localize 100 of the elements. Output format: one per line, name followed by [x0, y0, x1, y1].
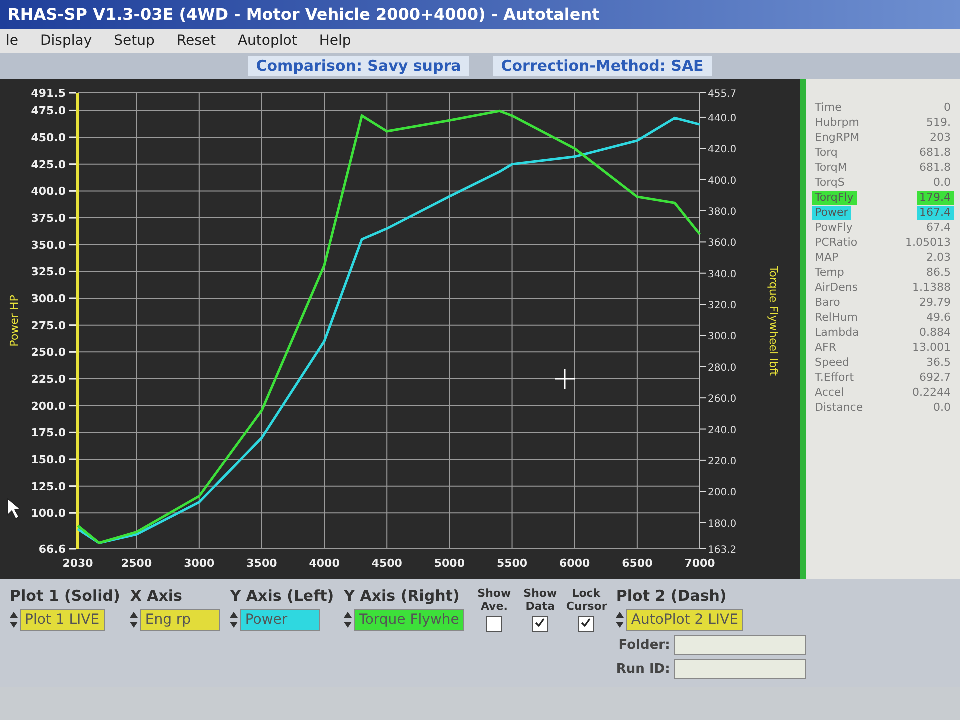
readout-value: 0.2244 — [912, 386, 952, 400]
axis-tick-label: 360.0 — [708, 238, 737, 250]
menu-item[interactable]: Display — [40, 33, 92, 49]
readout-value: 519. — [926, 116, 952, 130]
axis-tick-label: 2030 — [62, 557, 94, 570]
spinner-arrows-icon[interactable] — [130, 611, 138, 629]
axis-tick-label: 2500 — [122, 557, 152, 570]
check-icon — [580, 617, 592, 629]
axis-tick-label: 5500 — [496, 557, 528, 570]
readout-name: AirDens — [814, 281, 860, 295]
axis-tick-label: 3500 — [246, 557, 278, 570]
readout-name: PCRatio — [814, 236, 859, 250]
selector-label: Y Axis (Right) — [344, 587, 461, 605]
checkbox-label: Show Ave. — [476, 587, 512, 613]
readout-value: 167.4 — [916, 206, 954, 220]
selector-field[interactable]: Plot 1 LIVE — [20, 609, 105, 631]
readout-name: Distance — [814, 401, 864, 415]
axis-tick-label: 375.0 — [31, 212, 66, 226]
readout-name: RelHum — [814, 311, 859, 325]
menu-item[interactable]: Reset — [176, 33, 216, 49]
axis-tick-label: 200.0 — [708, 488, 737, 499]
axis-title: Torque Flywheel lbft — [767, 266, 780, 376]
axis-tick-label: 455.7 — [708, 89, 737, 100]
readout-value: 67.4 — [926, 221, 952, 235]
input-field[interactable] — [674, 659, 806, 679]
correction-method: Correction-Method: SAE — [493, 56, 712, 76]
axis-tick-label: 6000 — [560, 557, 590, 570]
axis-tick-label: 175.0 — [31, 426, 66, 440]
menu-item[interactable]: Autoplot — [238, 33, 298, 49]
axis-tick-label: 100.0 — [31, 507, 66, 520]
menu-item[interactable]: Setup — [114, 33, 155, 49]
menu-item[interactable]: Help — [319, 33, 352, 49]
readout-name: PowFly — [814, 221, 854, 235]
readout-name: AFR — [814, 341, 838, 355]
axis-tick-label: 4500 — [372, 557, 402, 570]
readout-name: MAP — [814, 251, 840, 265]
selector-field[interactable]: Power — [240, 609, 320, 631]
axis-tick-label: 200.0 — [31, 400, 66, 413]
axis-tick-label: 420.0 — [708, 144, 737, 156]
axis-tick-label: 225.0 — [31, 373, 66, 386]
axis-tick-label: 260.0 — [708, 394, 737, 406]
readout-value: 692.7 — [918, 371, 952, 385]
readout-value: 29.79 — [918, 296, 952, 310]
readout-value: 86.5 — [926, 266, 952, 280]
readout-value: 1.05013 — [904, 236, 952, 250]
readout-name: EngRPM — [814, 131, 861, 145]
axis-tick-label: 5000 — [434, 557, 465, 570]
axis-tick-label: 6500 — [622, 557, 653, 570]
checkbox[interactable] — [532, 616, 548, 632]
axis-tick-label: 425.0 — [31, 158, 66, 172]
readout-name: Baro — [814, 296, 842, 310]
axis-tick-label: 275.0 — [31, 319, 66, 332]
axis-tick-label: 4000 — [309, 557, 340, 570]
comparison-title: Comparison: Savy supra — [248, 56, 470, 76]
readout-name: Hubrpm — [814, 116, 860, 130]
axis-tick-label: 325.0 — [31, 266, 66, 279]
axis-tick-label: 300.0 — [31, 292, 66, 306]
checkbox-label: Lock Cursor — [566, 587, 606, 613]
axis-tick-label: 380.0 — [708, 207, 737, 218]
readout-name: Torq — [814, 146, 839, 160]
spinner-arrows-icon[interactable] — [616, 611, 624, 629]
checkbox-label: Show Data — [522, 587, 558, 613]
readout-value: 179.4 — [916, 191, 954, 205]
axis-tick-label: 450.0 — [31, 132, 66, 145]
selector-label: Plot 1 (Solid) — [10, 587, 120, 605]
readout-value: 0 — [943, 101, 952, 115]
axis-tick-label: 300.0 — [708, 332, 737, 343]
checkbox[interactable] — [578, 616, 594, 632]
selector-field[interactable]: Eng rp — [140, 609, 220, 631]
axis-tick-label: 7000 — [684, 557, 716, 570]
axis-tick-label: 280.0 — [708, 362, 737, 374]
axis-tick-label: 250.0 — [31, 346, 66, 360]
axis-tick-label: 180.0 — [708, 518, 737, 530]
selector-label: X Axis — [130, 587, 184, 605]
selector-field[interactable]: Torque Flywhe — [354, 609, 464, 631]
axis-tick-label: 440.0 — [708, 113, 737, 124]
readout-name: TorqS — [814, 176, 846, 190]
axis-tick-label: 163.2 — [708, 545, 737, 556]
readout-name: TorqM — [814, 161, 848, 175]
readout-name: Lambda — [814, 326, 860, 340]
readout-value: 0.0 — [932, 176, 952, 190]
axis-title: Power HP — [8, 295, 21, 347]
readout-name: Speed — [814, 356, 850, 370]
readout-name: Power — [812, 206, 852, 220]
spinner-arrows-icon[interactable] — [230, 611, 238, 629]
menu-item[interactable]: le — [6, 33, 19, 49]
field-label: Run ID: — [616, 662, 670, 676]
selector-field[interactable]: AutoPlot 2 LIVE — [626, 609, 744, 631]
spinner-arrows-icon[interactable] — [10, 611, 18, 629]
checkbox[interactable] — [486, 616, 502, 632]
axis-tick-label: 491.5 — [31, 87, 66, 100]
axis-tick-label: 240.0 — [708, 425, 737, 436]
axis-tick-label: 320.0 — [708, 300, 737, 312]
selector-label: Plot 2 (Dash) — [616, 587, 728, 605]
readout-value: 49.6 — [926, 311, 952, 325]
axis-tick-label: 400.0 — [708, 176, 737, 187]
axis-tick-label: 220.0 — [708, 456, 737, 468]
spinner-arrows-icon[interactable] — [344, 611, 352, 629]
input-field[interactable] — [674, 635, 806, 655]
window-title: RHAS-SP V1.3-03E (4WD - Motor Vehicle 2000+4000) - Autotalent — [0, 0, 960, 29]
